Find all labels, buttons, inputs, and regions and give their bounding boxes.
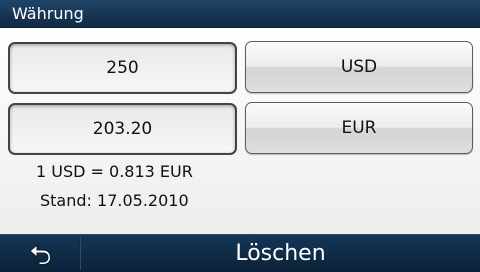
rate-date-text: Stand: 17.05.2010 (40, 191, 189, 210)
from-currency-button[interactable]: USD (245, 41, 473, 93)
to-currency-label: EUR (341, 118, 377, 138)
result-field[interactable]: 203.20 (8, 103, 237, 155)
exchange-rate-text: 1 USD = 0.813 EUR (36, 162, 193, 181)
amount-field[interactable]: 250 (8, 42, 237, 94)
converter-panel: 250 USD 203.20 EUR 1 USD = 0.813 EUR Sta… (0, 28, 480, 234)
from-currency-label: USD (340, 57, 378, 77)
delete-button[interactable]: Löschen (81, 235, 480, 272)
to-currency-button[interactable]: EUR (245, 102, 473, 154)
bottom-toolbar: Löschen (0, 234, 480, 272)
back-arrow-icon (28, 243, 51, 265)
amount-value: 250 (106, 58, 139, 78)
result-value: 203.20 (92, 119, 153, 139)
delete-label: Löschen (235, 241, 326, 266)
title-bar: Währung (0, 0, 480, 28)
page-title: Währung (12, 4, 84, 23)
back-button[interactable] (0, 235, 79, 272)
